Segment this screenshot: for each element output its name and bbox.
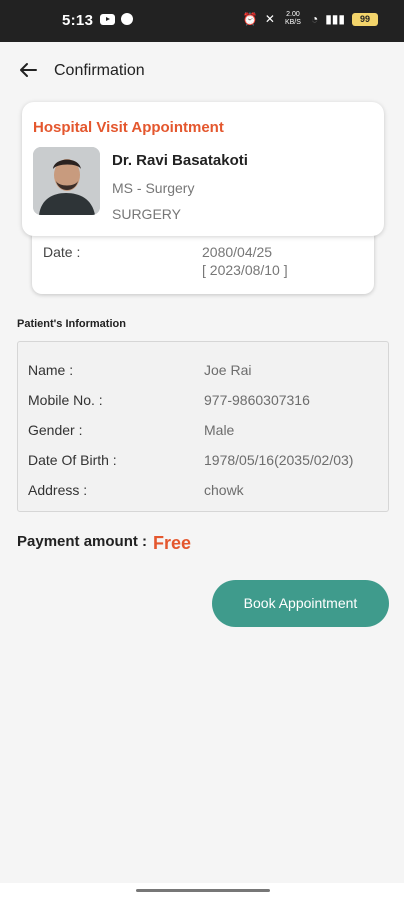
net-speed: 2.00 KB/S: [284, 11, 301, 26]
patient-name-value: Joe Rai: [204, 362, 252, 378]
date-ad-value: [ 2023/08/10 ]: [202, 262, 288, 278]
date-bs-value: 2080/04/25: [202, 244, 273, 260]
notification-icons: [100, 13, 133, 25]
battery-icon: 99: [352, 12, 378, 26]
doctor-department: SURGERY: [112, 206, 181, 222]
signal-icon: ▮▮▮: [325, 12, 345, 26]
appointment-card: Hospital Visit Appointment Dr. Ravi Basa…: [22, 102, 384, 236]
mute-icon: ✕: [264, 12, 275, 26]
youtube-notification-icon: [100, 13, 115, 25]
app-notification-icon: [121, 13, 133, 25]
doctor-avatar: [33, 147, 100, 215]
home-indicator[interactable]: [136, 889, 270, 892]
wifi-icon: ◔: [310, 12, 319, 26]
page-title: Confirmation: [54, 62, 145, 79]
patient-address-value: chowk: [204, 482, 244, 498]
arrow-left-icon[interactable]: [16, 58, 40, 82]
book-appointment-button[interactable]: Book Appointment: [212, 580, 389, 627]
alarm-icon: ⏰: [242, 12, 258, 26]
patient-name-label: Name :: [28, 362, 74, 378]
status-indicators: ⏰ ✕ 2.00 KB/S ◔ ▮▮▮ 99: [243, 11, 378, 27]
app-bar: Confirmation: [0, 42, 404, 98]
patient-dob-value: 1978/05/16(2035/02/03): [204, 452, 354, 468]
doctor-degree: MS - Surgery: [112, 180, 195, 196]
date-label: Date :: [43, 244, 81, 260]
patient-section-title: Patient's Information: [17, 318, 126, 330]
doctor-name: Dr. Ravi Basatakoti: [112, 152, 248, 169]
patient-dob-label: Date Of Birth :: [28, 452, 117, 468]
payment-amount-value: Free: [153, 533, 192, 553]
patient-gender-label: Gender :: [28, 422, 83, 438]
patient-mobile-label: Mobile No. :: [28, 392, 103, 408]
status-bar: 5:13 ⏰ ✕ 2.00 KB/S ◔ ▮▮▮ 99: [0, 0, 404, 42]
patient-info-box: Name : Joe Rai Mobile No. : 977-98603073…: [17, 341, 389, 512]
patient-mobile-value: 977-9860307316: [204, 392, 310, 408]
payment-amount-label: Payment amount :: [17, 533, 148, 550]
status-time: 5:13: [62, 12, 94, 29]
patient-gender-value: Male: [204, 422, 235, 438]
patient-address-label: Address :: [28, 482, 88, 498]
appointment-heading: Hospital Visit Appointment: [33, 119, 224, 136]
navigation-bar: [0, 883, 404, 900]
